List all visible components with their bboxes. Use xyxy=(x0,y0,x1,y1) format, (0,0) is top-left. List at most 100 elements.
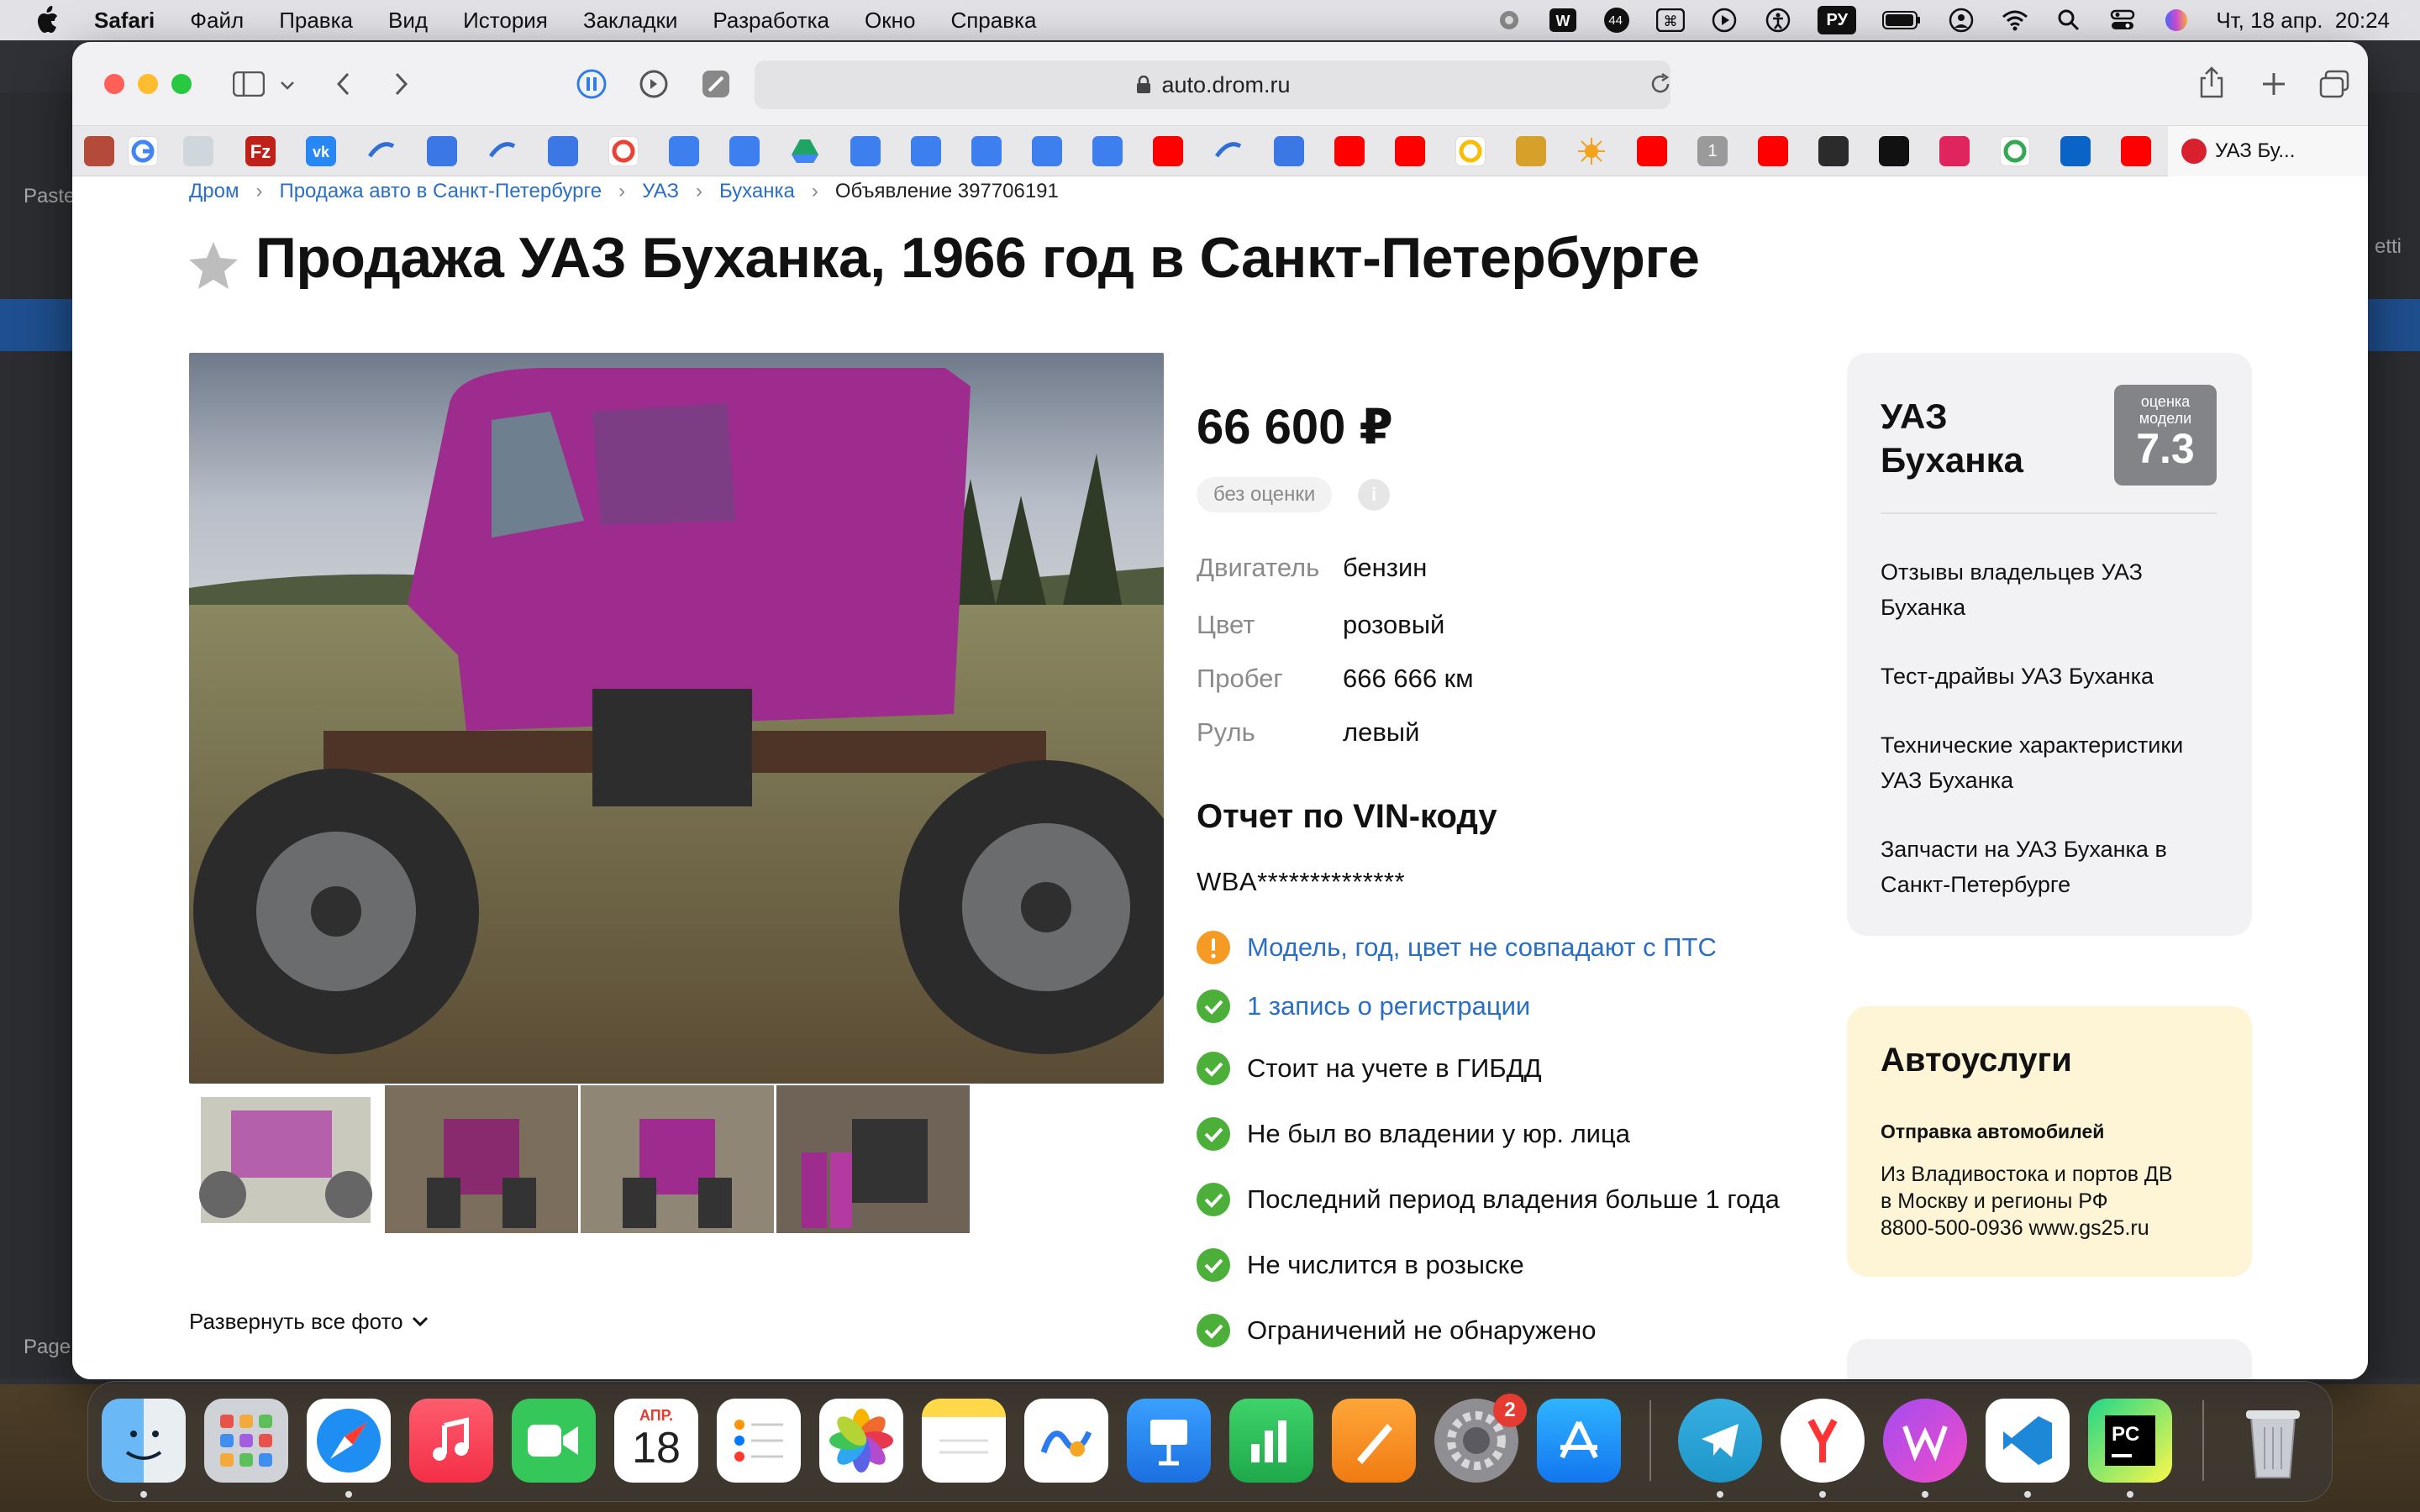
pages-icon[interactable] xyxy=(1332,1399,1416,1483)
tab-smile-icon[interactable] xyxy=(1879,136,1909,166)
tab-youtube-icon-2[interactable] xyxy=(1334,136,1365,166)
extension-tile-icon[interactable] xyxy=(699,67,733,101)
photo-thumbnail[interactable] xyxy=(385,1085,578,1233)
main-photo[interactable] xyxy=(189,353,1164,1084)
tab-youtube-icon[interactable] xyxy=(1153,136,1183,166)
tab-docs-icon-4[interactable] xyxy=(911,136,941,166)
notification-count-icon[interactable]: 44 xyxy=(1602,6,1631,34)
tab-google-icon-2[interactable] xyxy=(608,136,639,166)
vin-check-item[interactable]: Модель, год, цвет не совпадают с ПТС xyxy=(1197,929,1717,966)
tab-wave-icon[interactable] xyxy=(366,136,397,166)
tab-app-icon[interactable] xyxy=(183,136,213,166)
battery-icon[interactable] xyxy=(1881,6,1922,34)
model-link-specs[interactable]: Технические характеристики УАЗ Буханка xyxy=(1881,727,2225,798)
new-tab-icon[interactable] xyxy=(2257,67,2291,101)
address-bar[interactable]: auto.drom.ru xyxy=(755,60,1670,109)
yandex-browser-icon[interactable] xyxy=(1781,1399,1865,1483)
breadcrumb-drom[interactable]: Дром xyxy=(189,180,239,203)
zoom-window-button[interactable] xyxy=(171,74,192,94)
telegram-icon[interactable] xyxy=(1678,1399,1762,1483)
tab-vk-icon[interactable]: vk xyxy=(306,136,336,166)
tab-sun-icon[interactable] xyxy=(1576,136,1607,166)
menu-bookmarks[interactable]: Закладки xyxy=(583,8,678,34)
tab-google-icon-3[interactable] xyxy=(1455,136,1486,166)
spotlight-search-icon[interactable] xyxy=(2054,6,2083,34)
wps-icon[interactable]: W xyxy=(1549,6,1577,34)
finder-icon[interactable] xyxy=(102,1399,186,1483)
breadcrumb-uaz[interactable]: УАЗ xyxy=(642,180,679,203)
pycharm-icon[interactable]: PC xyxy=(2088,1399,2172,1483)
menu-app-safari[interactable]: Safari xyxy=(94,8,155,34)
share-icon[interactable] xyxy=(2195,66,2228,99)
reload-icon[interactable] xyxy=(1644,67,1677,101)
input-language[interactable]: РУ xyxy=(1818,6,1857,34)
menu-window[interactable]: Окно xyxy=(865,8,915,34)
notes-icon[interactable] xyxy=(922,1399,1006,1483)
freeform-icon[interactable] xyxy=(1024,1399,1108,1483)
photo-thumbnail[interactable] xyxy=(776,1085,970,1233)
numbers-icon[interactable] xyxy=(1229,1399,1313,1483)
tab-video-icon[interactable] xyxy=(1939,136,1970,166)
model-link-parts[interactable]: Запчасти на УАЗ Буханка в Санкт-Петербур… xyxy=(1881,832,2225,902)
active-tab[interactable]: УАЗ Бу... xyxy=(2168,126,2368,176)
clock[interactable]: Чт, 18 апр. 20:24 xyxy=(2216,8,2390,34)
vscode-icon[interactable] xyxy=(1986,1399,2070,1483)
info-icon[interactable]: i xyxy=(1358,479,1390,511)
apple-menu-icon[interactable] xyxy=(32,5,62,35)
trash-icon[interactable] xyxy=(2231,1399,2315,1483)
minimize-window-button[interactable] xyxy=(138,74,158,94)
tab-group-chevron-icon[interactable] xyxy=(271,69,304,102)
tab-docs-icon-7[interactable] xyxy=(1092,136,1123,166)
extension-refresh-icon[interactable] xyxy=(637,67,671,101)
tab-outlook-icon[interactable] xyxy=(2060,136,2091,166)
tab-google-icon[interactable] xyxy=(128,136,158,166)
calendar-icon[interactable]: АПР. 18 xyxy=(614,1399,698,1483)
tab-cube-icon[interactable] xyxy=(427,136,457,166)
vin-check-item[interactable]: 1 запись о регистрации xyxy=(1197,988,1530,1025)
model-link-reviews[interactable]: Отзывы владельцев УАЗ Буханка xyxy=(1881,554,2225,625)
accessibility-icon[interactable] xyxy=(1764,6,1792,34)
safari-icon[interactable] xyxy=(307,1399,391,1483)
model-score-badge[interactable]: оценка модели 7.3 xyxy=(2114,385,2217,486)
tab-max-icon[interactable] xyxy=(1516,136,1546,166)
tab-docs-icon-2[interactable] xyxy=(729,136,760,166)
tab-cube-icon-2[interactable] xyxy=(548,136,578,166)
user-account-icon[interactable] xyxy=(1947,6,1975,34)
back-chevron-icon[interactable] xyxy=(326,67,360,101)
breadcrumb-bukhanka[interactable]: Буханка xyxy=(719,180,795,203)
tab-number-icon[interactable]: 1 xyxy=(1697,136,1728,166)
tab-overview-icon[interactable] xyxy=(2317,67,2351,101)
tab-cube-icon-3[interactable] xyxy=(1274,136,1304,166)
photo-thumbnail[interactable] xyxy=(581,1085,774,1233)
play-circle-icon[interactable] xyxy=(1710,6,1739,34)
reminders-icon[interactable] xyxy=(717,1399,801,1483)
menu-history[interactable]: История xyxy=(463,8,548,34)
menu-file[interactable]: Файл xyxy=(190,8,244,34)
tab-filezilla-icon[interactable]: Fz xyxy=(245,136,276,166)
music-icon[interactable] xyxy=(409,1399,493,1483)
tab-google-icon-4[interactable] xyxy=(2000,136,2030,166)
status-circle-icon[interactable] xyxy=(1495,6,1523,34)
expand-photos-link[interactable]: Развернуть все фото xyxy=(189,1309,429,1335)
wps-office-icon[interactable] xyxy=(1883,1399,1967,1483)
tab-docs-icon-6[interactable] xyxy=(1032,136,1062,166)
tab-youtube-icon-6[interactable] xyxy=(2121,136,2151,166)
tab-wave-icon-3[interactable] xyxy=(1213,136,1244,166)
model-link-test-drives[interactable]: Тест-драйвы УАЗ Буханка xyxy=(1881,659,2225,694)
keynote-icon[interactable] xyxy=(1127,1399,1211,1483)
command-key-icon[interactable]: ⌘ xyxy=(1656,6,1686,34)
auto-services-card[interactable]: Автоуслуги Отправка автомобилей Из Влади… xyxy=(1847,1006,2252,1277)
launchpad-icon[interactable] xyxy=(204,1399,288,1483)
control-center-icon[interactable] xyxy=(2108,6,2137,34)
facetime-icon[interactable] xyxy=(512,1399,596,1483)
tab-drive-icon[interactable] xyxy=(790,136,820,166)
tab-avatar-icon[interactable] xyxy=(84,136,114,166)
favorite-star-icon[interactable] xyxy=(187,239,240,292)
tab-youtube-icon-4[interactable] xyxy=(1637,136,1667,166)
tab-tag-icon[interactable] xyxy=(1818,136,1849,166)
menu-help[interactable]: Справка xyxy=(950,8,1036,34)
menu-view[interactable]: Вид xyxy=(388,8,428,34)
siri-icon[interactable] xyxy=(2162,6,2191,34)
tab-wave-icon-2[interactable] xyxy=(487,136,518,166)
app-store-icon[interactable] xyxy=(1537,1399,1621,1483)
